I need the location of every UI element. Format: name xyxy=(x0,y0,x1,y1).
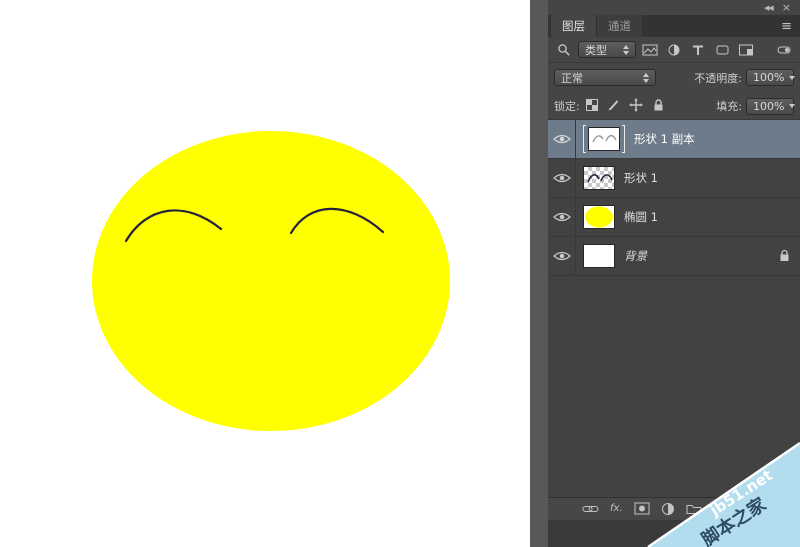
layer-filter-row: 类型 xyxy=(548,37,800,63)
lock-transparency-icon[interactable] xyxy=(586,99,598,114)
visibility-toggle[interactable] xyxy=(548,198,576,236)
blend-mode-value: 正常 xyxy=(561,70,583,86)
yellow-ellipse-shape xyxy=(92,131,450,431)
lock-all-icon[interactable] xyxy=(652,98,665,115)
layer-name[interactable]: 形状 1 xyxy=(624,170,658,186)
layer-thumbnail xyxy=(588,127,620,151)
layer-row-shape1[interactable]: 形状 1 xyxy=(548,159,800,198)
tab-channels[interactable]: 通道 xyxy=(596,15,642,37)
eye-icon xyxy=(553,172,571,184)
document-canvas[interactable] xyxy=(0,0,530,547)
dropdown-caret-icon xyxy=(789,76,795,80)
dropdown-spin-icon xyxy=(643,73,649,83)
opacity-value: 100% xyxy=(753,71,784,84)
layer-row-shape1-copy[interactable]: 形状 1 副本 xyxy=(548,120,800,159)
layer-thumbnail xyxy=(583,205,615,229)
collapse-panel-icon[interactable]: ◀◀ xyxy=(764,4,773,12)
blend-mode-row: 正常 不透明度: 100% xyxy=(548,64,800,91)
layer-row-background[interactable]: 背景 xyxy=(548,237,800,276)
layers-panel-bottom-bar: fx. xyxy=(548,497,800,519)
close-panel-icon[interactable]: × xyxy=(782,2,791,13)
lock-position-icon[interactable] xyxy=(629,98,643,115)
pixel-layers-filter-icon[interactable] xyxy=(640,41,660,59)
lock-label: 锁定: xyxy=(554,98,580,114)
fill-dropdown[interactable]: 100% xyxy=(746,98,794,115)
visibility-toggle[interactable] xyxy=(548,120,576,158)
lock-paint-icon[interactable] xyxy=(607,98,620,114)
blend-mode-dropdown[interactable]: 正常 xyxy=(554,69,656,86)
mask-bracket-left xyxy=(583,125,586,153)
layer-thumbnail xyxy=(583,244,615,268)
layers-list: 形状 1 副本 形状 1 xyxy=(548,120,800,497)
mask-bracket-right xyxy=(622,125,625,153)
tab-layers[interactable]: 图层 xyxy=(551,15,596,37)
filter-kind-dropdown[interactable]: 类型 xyxy=(578,41,636,58)
add-mask-icon[interactable] xyxy=(634,502,650,515)
layer-name[interactable]: 形状 1 副本 xyxy=(634,131,695,147)
dropdown-spin-icon xyxy=(623,45,629,55)
eye-icon xyxy=(553,133,571,145)
layer-name[interactable]: 背景 xyxy=(624,248,647,264)
layer-thumbnail xyxy=(583,166,615,190)
smiley-drawing xyxy=(0,0,530,547)
fill-value: 100% xyxy=(753,100,784,113)
eye-icon xyxy=(553,211,571,223)
dropdown-caret-icon xyxy=(789,104,795,108)
new-group-folder-icon[interactable] xyxy=(686,502,702,515)
adjustment-layers-filter-icon[interactable] xyxy=(664,41,684,59)
panel-gutter xyxy=(530,0,548,547)
visibility-toggle[interactable] xyxy=(548,237,576,275)
eye-icon xyxy=(553,250,571,262)
panel-tab-bar: 图层 通道 ≡ xyxy=(548,15,800,37)
layer-thumbnail-cell[interactable] xyxy=(583,244,615,268)
layer-style-fx-icon[interactable]: fx. xyxy=(610,503,623,514)
panel-titlebar: ◀◀ × xyxy=(548,0,800,15)
shape-layers-filter-icon[interactable] xyxy=(712,41,732,59)
delete-layer-trash-icon[interactable] xyxy=(713,502,726,516)
layer-row-ellipse1[interactable]: 椭圆 1 xyxy=(548,198,800,237)
visibility-toggle[interactable] xyxy=(548,159,576,197)
link-layers-icon[interactable] xyxy=(582,502,599,516)
type-layers-filter-icon[interactable] xyxy=(688,41,708,59)
lock-row: 锁定: 填充: 100% xyxy=(548,93,800,120)
smart-object-filter-icon[interactable] xyxy=(736,41,756,59)
lock-buttons xyxy=(586,98,665,115)
background-lock-icon xyxy=(779,249,790,265)
photoshop-window: ◀◀ × 图层 通道 ≡ 类型 xyxy=(0,0,800,547)
filter-kind-label: 类型 xyxy=(585,42,607,58)
filter-toggle-icon[interactable] xyxy=(774,41,794,59)
panel-menu-icon[interactable]: ≡ xyxy=(773,15,800,37)
fill-label: 填充: xyxy=(716,98,742,114)
panel-footer-strip xyxy=(548,520,800,547)
opacity-dropdown[interactable]: 100% xyxy=(746,69,794,86)
new-adjustment-layer-icon[interactable] xyxy=(661,502,675,516)
layer-thumbnail-cell[interactable] xyxy=(583,166,615,190)
vector-mask-thumbnail[interactable] xyxy=(583,125,625,153)
search-icon xyxy=(554,41,574,59)
opacity-label: 不透明度: xyxy=(694,70,742,86)
layer-name[interactable]: 椭圆 1 xyxy=(624,209,658,225)
layer-thumbnail-cell[interactable] xyxy=(583,205,615,229)
layers-panel: ◀◀ × 图层 通道 ≡ 类型 xyxy=(548,0,800,547)
